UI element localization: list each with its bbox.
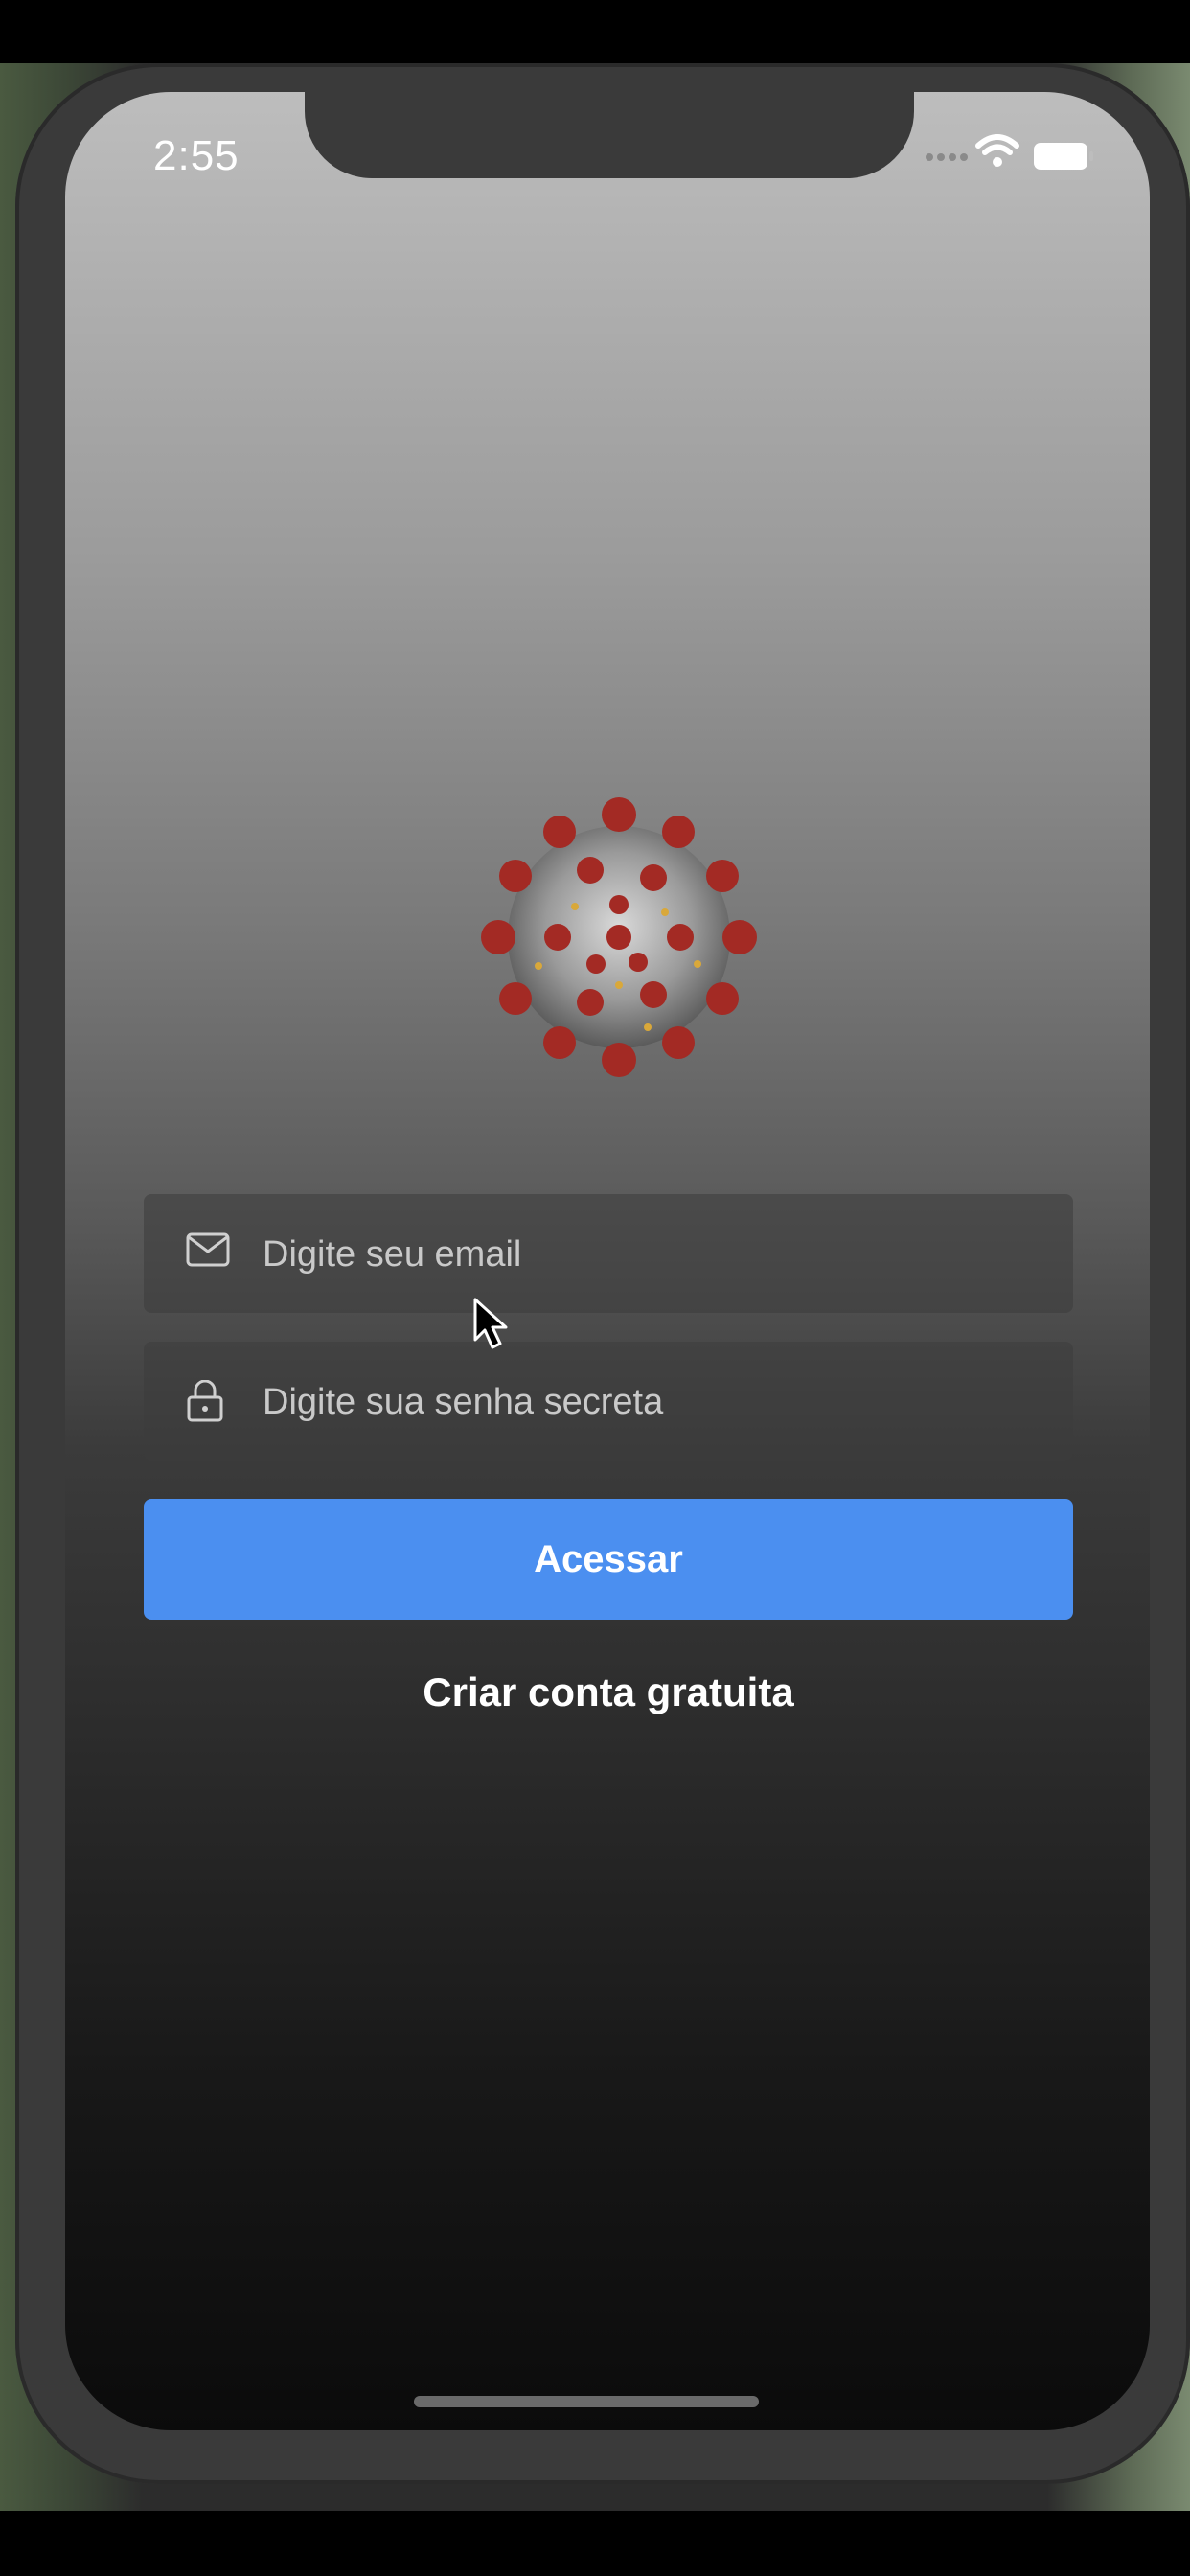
email-field[interactable]: Digite seu email	[144, 1194, 1073, 1313]
notch	[305, 92, 914, 178]
signal-icon	[926, 153, 968, 161]
password-field[interactable]: Digite sua senha secreta	[144, 1342, 1073, 1460]
screen-top-bar	[0, 0, 1190, 63]
lock-icon	[187, 1380, 223, 1422]
email-placeholder: Digite seu email	[263, 1234, 522, 1275]
create-account-link[interactable]: Criar conta gratuita	[144, 1669, 1073, 1715]
status-time: 2:55	[153, 132, 240, 179]
wifi-icon	[975, 134, 1019, 167]
mail-icon	[186, 1232, 230, 1267]
battery-icon	[1034, 143, 1093, 170]
password-placeholder: Digite sua senha secreta	[263, 1382, 664, 1422]
screen-bottom-bar	[0, 2511, 1190, 2576]
home-indicator	[414, 2396, 759, 2407]
virus-logo	[481, 797, 757, 1077]
login-button[interactable]: Acessar	[144, 1499, 1073, 1620]
mouse-cursor-icon	[473, 1298, 508, 1349]
app-screen: 2:55 Digite seu email Digite sua senha s…	[65, 92, 1150, 2430]
